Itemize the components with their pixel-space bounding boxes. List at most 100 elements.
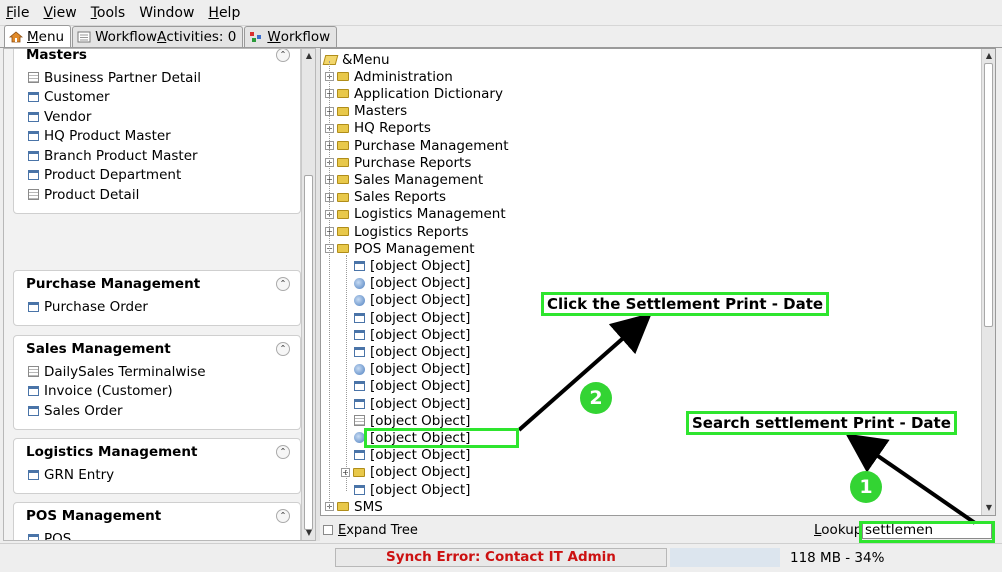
tree-leaf[interactable]: [object Object] xyxy=(354,447,470,464)
tree-leaf[interactable]: [object Object] xyxy=(354,309,470,326)
tree-leaf[interactable]: [object Object] xyxy=(354,378,470,395)
group-title: Purchase Management xyxy=(26,276,201,292)
left-scroll-thumb[interactable] xyxy=(304,175,313,530)
favorites-item[interactable]: POS xyxy=(14,529,300,540)
tree-folder[interactable]: + SMS xyxy=(325,498,383,515)
tree-leaf[interactable]: [object Object] xyxy=(354,412,470,429)
tree-node-label: Sales Management xyxy=(354,171,484,188)
favorites-item[interactable]: Product Detail xyxy=(14,185,300,205)
tree-folder[interactable]: − POS Management xyxy=(325,240,475,257)
favorites-item[interactable]: Customer xyxy=(14,88,300,108)
tab-workflow-mnemonic: W xyxy=(267,29,281,45)
tree-folder[interactable]: + HQ Reports xyxy=(325,120,431,137)
favorites-item[interactable]: Product Department xyxy=(14,166,300,186)
collapse-chevron-icon[interactable]: ⌃ xyxy=(276,342,290,356)
collapse-chevron-icon[interactable]: ⌃ xyxy=(276,509,290,523)
tree-node-label: SMS xyxy=(354,498,383,515)
tree-folder[interactable]: + Purchase Reports xyxy=(325,154,471,171)
group-header[interactable]: Sales Management ⌃ xyxy=(14,336,300,362)
window-icon xyxy=(28,301,39,312)
favorites-item[interactable]: Sales Order xyxy=(14,401,300,421)
favorites-panel: Masters ⌃ Business Partner Detail Customer V… xyxy=(3,48,316,541)
tree-leaf[interactable]: [object Object] xyxy=(354,343,470,360)
menu-view[interactable]: View xyxy=(43,5,76,21)
collapse-chevron-icon[interactable]: ⌃ xyxy=(276,49,290,62)
tree-folder[interactable]: + Sales Management xyxy=(325,171,483,188)
folder-icon xyxy=(337,89,349,99)
tree-leaf[interactable]: [object Object] xyxy=(354,257,470,274)
status-bar: Synch Error: Contact IT Admin 118 MB - 3… xyxy=(0,543,1002,572)
tree-node-label: [object Object] xyxy=(370,412,471,429)
favorites-item-label: HQ Product Master xyxy=(44,128,171,145)
group-header[interactable]: POS Management ⌃ xyxy=(14,503,300,529)
group-header[interactable]: Purchase Management ⌃ xyxy=(14,271,300,297)
tree-root[interactable]: &Menu xyxy=(322,51,390,68)
tree-folder[interactable]: + Purchase Management xyxy=(325,137,509,154)
window-icon xyxy=(28,170,39,181)
favorites-item[interactable]: Invoice (Customer) xyxy=(14,382,300,402)
tree-node-label: POS Management xyxy=(354,240,475,257)
scroll-down-icon[interactable]: ▼ xyxy=(304,528,314,538)
favorites-item-label: Purchase Order xyxy=(44,298,148,315)
favorites-item-label: GRN Entry xyxy=(44,466,115,483)
tab-activities-mnemonic: A xyxy=(157,29,167,45)
tree-scrollbar[interactable]: ▲ ▼ xyxy=(981,49,995,515)
favorites-item[interactable]: GRN Entry xyxy=(14,465,300,485)
folder-icon xyxy=(337,209,349,219)
favorites-item-label: Product Detail xyxy=(44,186,140,203)
tree-leaf[interactable]: [object Object] xyxy=(354,275,470,292)
favorites-item[interactable]: DailySales Terminalwise xyxy=(14,362,300,382)
tab-menu[interactable]: Menu xyxy=(4,25,72,47)
tree-folder[interactable]: + Application Dictionary xyxy=(325,85,503,102)
tab-workflow[interactable]: Workflow xyxy=(244,26,338,47)
tree-folder[interactable]: + Masters xyxy=(325,103,407,120)
window-icon xyxy=(28,405,39,416)
scroll-up-icon[interactable]: ▲ xyxy=(304,51,314,61)
menu-tools[interactable]: Tools xyxy=(91,5,126,21)
favorites-group: Purchase Management ⌃ Purchase Order xyxy=(13,270,301,326)
tree-folder[interactable]: + Logistics Reports xyxy=(325,223,468,240)
menu-help[interactable]: Help xyxy=(208,5,240,21)
collapse-chevron-icon[interactable]: ⌃ xyxy=(276,445,290,459)
tree-scroll-thumb[interactable] xyxy=(984,63,993,327)
group-header[interactable]: Masters ⌃ xyxy=(14,49,300,68)
sync-error-status[interactable]: Synch Error: Contact IT Admin xyxy=(335,548,667,567)
tree-leaf[interactable]: [object Object] xyxy=(354,326,470,343)
tree-folder[interactable]: + Administration xyxy=(325,68,453,85)
group-title: POS Management xyxy=(26,508,162,524)
tree-leaf[interactable]: [object Object] xyxy=(354,395,470,412)
memory-usage: 118 MB - 34% xyxy=(790,550,885,566)
favorites-item[interactable]: Vendor xyxy=(14,107,300,127)
menu-file[interactable]: File xyxy=(6,5,29,21)
tree-leaf[interactable]: + [object Object] xyxy=(341,464,470,481)
tree-leaf[interactable]: [object Object] xyxy=(354,361,470,378)
window-icon xyxy=(354,484,365,495)
tree-folder[interactable]: + Sales Reports xyxy=(325,189,446,206)
favorites-item[interactable]: Purchase Order xyxy=(14,297,300,317)
group-header[interactable]: Logistics Management ⌃ xyxy=(14,439,300,465)
expand-tree-label: Expand Tree xyxy=(338,522,418,538)
scroll-up-icon[interactable]: ▲ xyxy=(984,51,994,61)
favorites-item[interactable]: HQ Product Master xyxy=(14,127,300,147)
tree-folder[interactable]: + Logistics Management xyxy=(325,206,506,223)
favorites-item[interactable]: Branch Product Master xyxy=(14,146,300,166)
favorites-group: POS Management⌃POSPOS Terminal xyxy=(13,502,301,540)
menu-window[interactable]: Window xyxy=(139,5,194,21)
list-icon xyxy=(77,31,91,43)
window-icon xyxy=(28,92,39,103)
favorites-item-label: Product Department xyxy=(44,167,182,184)
favorites-item-label: Business Partner Detail xyxy=(44,69,201,86)
window-icon xyxy=(28,131,39,142)
collapse-chevron-icon[interactable]: ⌃ xyxy=(276,277,290,291)
lookup-label: Lookup xyxy=(814,522,863,538)
tree-leaf[interactable]: [object Object] xyxy=(354,481,470,498)
window-icon xyxy=(354,260,365,271)
process-icon xyxy=(354,277,365,289)
expand-tree-checkbox[interactable] xyxy=(323,525,333,535)
tab-workflow-activities[interactable]: Workflow Activities: 0 xyxy=(72,26,244,47)
tree-leaf[interactable]: [object Object] xyxy=(354,292,470,309)
scroll-down-icon[interactable]: ▼ xyxy=(984,503,994,513)
tree-node-label: [object Object] xyxy=(370,395,471,412)
left-scrollbar[interactable]: ▲ ▼ xyxy=(301,49,315,540)
favorites-item[interactable]: Business Partner Detail xyxy=(14,68,300,88)
